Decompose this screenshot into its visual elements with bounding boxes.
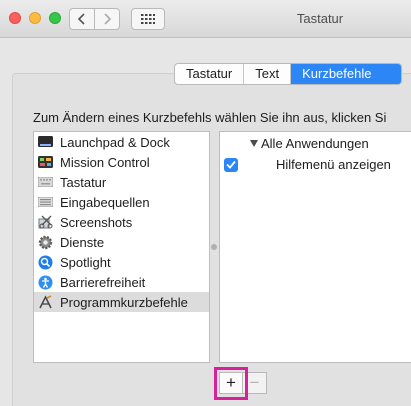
gear-icon (38, 235, 53, 250)
category-label: Programmkurzbefehle (60, 294, 188, 310)
disclosure-triangle-icon[interactable] (250, 140, 258, 147)
category-barrierefreiheit[interactable]: Barrierefreiheit (34, 272, 209, 292)
instruction-text: Zum Ändern eines Kurzbefehls wählen Sie … (33, 110, 387, 125)
split-view-divider[interactable] (211, 244, 217, 250)
title-bar: Tastatur (0, 0, 411, 38)
category-programmkurzbefehle[interactable]: Programmkurzbefehle (34, 292, 209, 312)
category-tastatur[interactable]: Tastatur (34, 172, 209, 192)
grid-icon (141, 14, 155, 24)
category-mission-control[interactable]: Mission Control (34, 152, 209, 172)
back-button[interactable] (69, 8, 95, 30)
keyboard-icon (38, 175, 53, 190)
category-launchpad-dock[interactable]: Launchpad & Dock (34, 132, 209, 152)
category-label: Eingabequellen (60, 194, 150, 210)
category-label: Tastatur (60, 174, 107, 190)
category-label: Launchpad & Dock (60, 134, 170, 150)
chevron-left-icon (78, 13, 85, 25)
minimize-button[interactable] (29, 12, 41, 24)
spotlight-icon (38, 255, 53, 270)
checkmark-icon (226, 160, 236, 169)
category-label: Barrierefreiheit (60, 274, 146, 290)
screenshots-icon (38, 215, 53, 230)
group-label: Alle Anwendungen (261, 136, 369, 151)
forward-button[interactable] (94, 8, 120, 30)
category-label: Spotlight (60, 254, 111, 270)
mission-control-icon (38, 155, 53, 170)
window-title: Tastatur (296, 11, 344, 26)
shortcut-checkbox[interactable] (224, 157, 238, 172)
category-spotlight[interactable]: Spotlight (34, 252, 209, 272)
category-label: Dienste (60, 234, 105, 250)
category-screenshots[interactable]: Screenshots (34, 212, 209, 232)
chevron-right-icon (104, 13, 111, 25)
tab-bar: Tastatur Text Kurzbefehle (174, 63, 403, 85)
shortcut-label: Hilfemenü anzeigen (276, 157, 391, 172)
tab-tastatur[interactable]: Tastatur (175, 64, 245, 84)
highlight-frame (214, 367, 248, 400)
shortcut-group[interactable]: Alle Anwendungen (250, 136, 369, 151)
category-label: Mission Control (60, 154, 150, 170)
category-label: Screenshots (60, 214, 133, 230)
launchpad-dock-icon (38, 135, 53, 150)
category-list[interactable]: Launchpad & Dock Mission Control Tastatu… (33, 131, 210, 363)
tab-text[interactable]: Text (244, 64, 292, 84)
shortcut-row[interactable]: Hilfemenü anzeigen (224, 157, 391, 172)
app-shortcuts-icon (38, 294, 53, 310)
shortcut-list[interactable]: Alle Anwendungen Hilfemenü anzeigen (219, 131, 411, 363)
accessibility-icon (38, 275, 53, 290)
category-dienste[interactable]: Dienste (34, 232, 209, 252)
close-button[interactable] (9, 12, 21, 24)
tab-kurzbefehle[interactable]: Kurzbefehle (291, 64, 402, 84)
input-sources-icon (38, 195, 53, 210)
zoom-button[interactable] (49, 12, 61, 24)
show-all-button[interactable] (131, 8, 165, 30)
category-eingabequellen[interactable]: Eingabequellen (34, 192, 209, 212)
